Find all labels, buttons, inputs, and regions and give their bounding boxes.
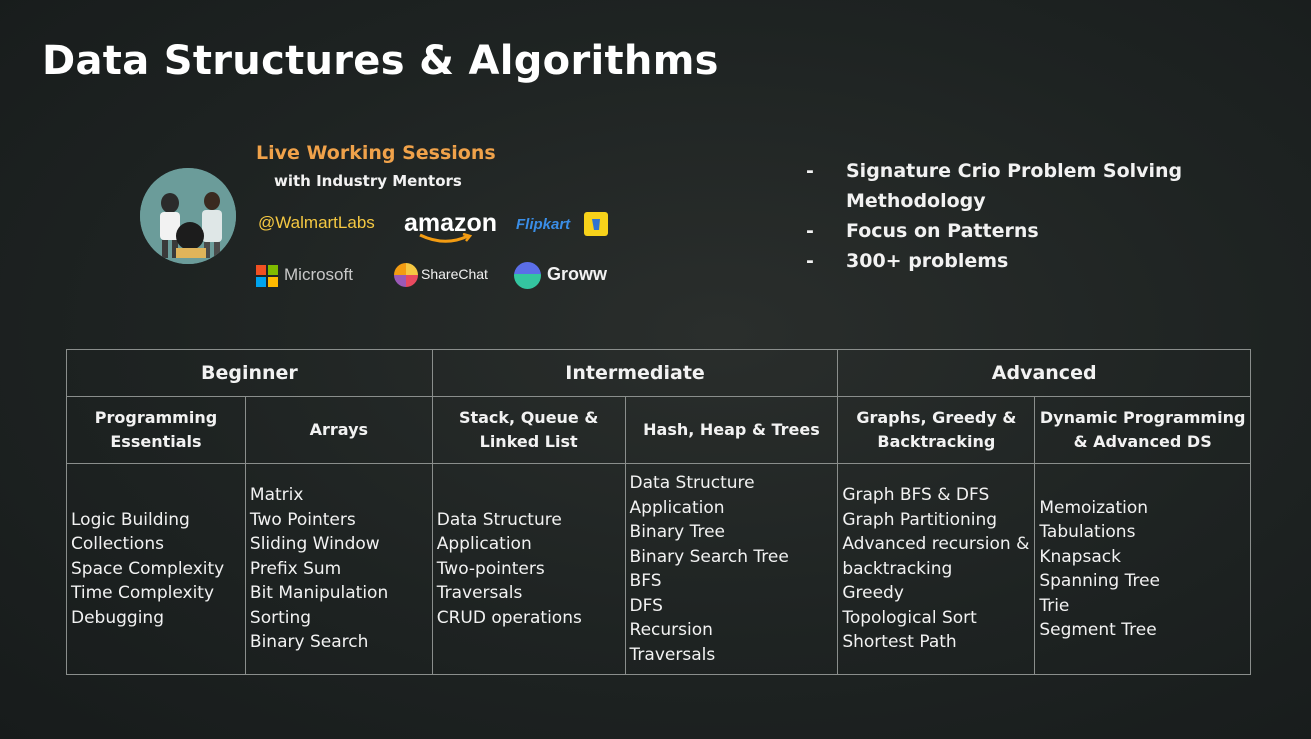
topic-item: Binary Tree: [629, 522, 725, 542]
topic-item: Bit Manipulation: [249, 583, 389, 604]
groww-logo: Groww: [547, 264, 608, 284]
microsoft-squares-icon: [256, 265, 278, 287]
topic-item: Space Complexity: [71, 558, 225, 579]
highlight-text: Focus on Patterns: [846, 220, 1039, 242]
topic-item: Binary Search Tree: [629, 546, 789, 567]
bullet-dash: -: [806, 220, 814, 242]
topic-item: Traversals: [629, 644, 716, 665]
topic-item: Debugging: [71, 607, 164, 628]
sharechat-logo: ShareChat: [421, 266, 488, 282]
flipkart-bag-icon: [584, 212, 608, 236]
topic-item: Shortest Path: [842, 632, 957, 653]
topic-item: Sliding Window: [249, 534, 380, 555]
sharechat-icon: [394, 263, 418, 287]
category-arrays: Arrays: [244, 396, 433, 464]
highlight-text: 300+ problems: [846, 250, 1009, 272]
curriculum-table: Beginner Intermediate Advanced Programmi…: [66, 349, 1251, 675]
highlight-text: Signature Crio Problem Solving Methodolo…: [846, 160, 1183, 212]
topic-item: BFS: [629, 571, 662, 591]
sessions-title: Live Working Sessions: [256, 142, 496, 164]
topic-item: Prefix Sum: [249, 558, 342, 579]
topic-item: Topological Sort: [842, 607, 977, 628]
topic-item: Matrix: [249, 485, 304, 506]
topic-item: Two-pointers: [436, 558, 545, 579]
topics-stack-queue-linked-list: Data Structure Application Two-pointers …: [431, 463, 626, 675]
highlight-item: - Focus on Patterns: [806, 216, 1216, 246]
bullet-dash: -: [806, 250, 814, 272]
topics-programming-essentials: Logic Building Collections Space Complex…: [66, 463, 246, 675]
topic-item: Spanning Tree: [1039, 571, 1160, 591]
flipkart-logo: Flipkart: [516, 216, 571, 233]
walmartlabs-logo: @WalmartLabs: [258, 213, 375, 232]
topic-item: Advanced recursion &: [842, 534, 1030, 555]
topic-item: Trie: [1039, 595, 1070, 616]
topic-item: Time Complexity: [71, 583, 215, 604]
topic-item: Binary Search: [249, 632, 369, 653]
mentors-illustration: [140, 168, 236, 264]
topic-item: Collections: [71, 534, 164, 555]
topic-item: Traversals: [436, 583, 523, 604]
highlight-item: - Signature Crio Problem Solving Methodol…: [806, 156, 1216, 216]
topics-hash-heap-trees: Data Structure Application Binary Tree B…: [624, 463, 839, 675]
topic-item: Data Structure: [629, 473, 755, 493]
topic-item: backtracking: [842, 558, 953, 579]
category-programming-essentials: Programming Essentials: [66, 396, 246, 464]
highlight-item: - 300+ problems: [806, 246, 1216, 276]
highlights-list: - Signature Crio Problem Solving Methodol…: [806, 156, 1216, 276]
topic-item: Graph Partitioning: [842, 509, 998, 530]
topic-item: Tabulations: [1039, 522, 1136, 542]
topic-item: Memoization: [1039, 497, 1149, 518]
topic-item: Two Pointers: [249, 509, 356, 530]
level-header-beginner: Beginner: [66, 349, 433, 397]
topic-item: Knapsack: [1039, 546, 1121, 567]
microsoft-logo: Microsoft: [284, 265, 353, 284]
topics-dynamic-programming: Memoization Tabulations Knapsack Spannin…: [1034, 463, 1251, 675]
groww-icon: [514, 262, 541, 289]
topic-item: Greedy: [842, 583, 904, 604]
topic-item: Segment Tree: [1039, 620, 1157, 640]
bullet-dash: -: [806, 160, 814, 182]
amazon-smile-icon: [419, 233, 472, 243]
category-hash-heap-trees: Hash, Heap & Trees: [624, 396, 839, 464]
topic-item: Logic Building: [71, 509, 190, 530]
topics-arrays: Matrix Two Pointers Sliding Window Prefi…: [244, 463, 433, 675]
topic-item: Application: [629, 497, 725, 518]
category-graphs-greedy-backtracking: Graphs, Greedy & Backtracking: [837, 396, 1036, 464]
category-stack-queue-linked-list: Stack, Queue & Linked List: [431, 396, 626, 464]
topic-item: Recursion: [629, 620, 713, 640]
slide-title: Data Structures & Algorithms: [42, 38, 719, 84]
topic-item: Application: [436, 534, 532, 555]
level-header-advanced: Advanced: [837, 349, 1251, 397]
category-dynamic-programming: Dynamic Programming & Advanced DS: [1034, 396, 1251, 464]
topic-item: Data Structure: [436, 509, 562, 530]
topic-item: DFS: [629, 595, 663, 616]
topic-item: Sorting: [249, 607, 312, 628]
topic-item: CRUD operations: [436, 607, 582, 628]
sessions-subtitle: with Industry Mentors: [274, 172, 462, 190]
topics-graphs-greedy-backtracking: Graph BFS & DFS Graph Partitioning Advan…: [837, 463, 1036, 675]
level-header-intermediate: Intermediate: [431, 349, 839, 397]
topic-item: Graph BFS & DFS: [842, 485, 990, 506]
